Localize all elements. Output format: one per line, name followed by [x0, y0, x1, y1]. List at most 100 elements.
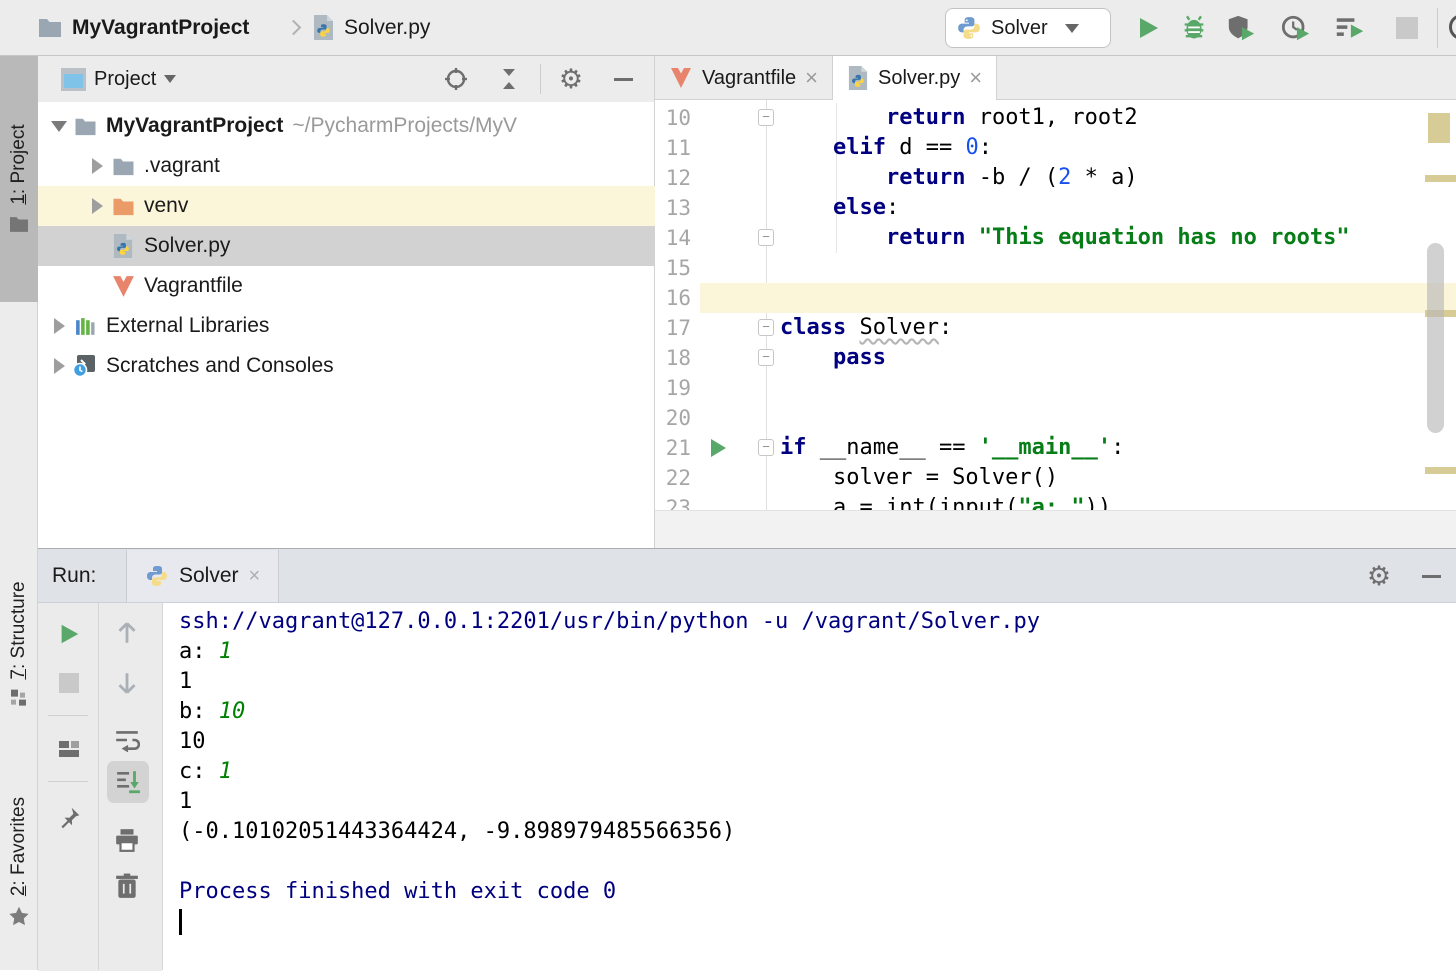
line-number: 18 [655, 346, 691, 370]
fold-marker-icon[interactable]: − [758, 229, 774, 246]
tree-item-label: Vagrantfile [144, 274, 243, 298]
code-line-14[interactable]: 14− return "This equation has no roots" [655, 223, 1456, 253]
code-line-16[interactable]: 16 [655, 283, 1456, 313]
run-console[interactable]: ssh://vagrant@127.0.0.1:2201/usr/bin/pyt… [163, 603, 1456, 971]
tree-item-solver-py[interactable]: Solver.py [38, 226, 655, 266]
close-icon[interactable]: × [249, 565, 261, 587]
up-arrow-button[interactable] [110, 615, 144, 649]
console-line: ssh://vagrant@127.0.0.1:2201/usr/bin/pyt… [179, 607, 1040, 637]
line-number: 11 [655, 136, 691, 160]
tree-item--vagrant[interactable]: .vagrant [38, 146, 655, 186]
code-line-10[interactable]: 10− return root1, root2 [655, 103, 1456, 133]
chevron-right-icon[interactable] [84, 158, 110, 174]
console-line: a: 1 [179, 637, 232, 667]
editor: Vagrantfile × Solver.py × 10− return roo… [655, 56, 1456, 548]
chevron-right-icon[interactable] [46, 358, 72, 374]
tab-solver-py[interactable]: Solver.py × [833, 56, 997, 100]
code-area[interactable]: 10− return root1, root211 elif d == 0:12… [655, 100, 1456, 510]
fold-marker-icon[interactable]: − [758, 109, 774, 126]
collapse-all-button[interactable] [496, 66, 522, 92]
fold-marker-icon[interactable]: − [758, 349, 774, 366]
tree-item-vagrantfile[interactable]: Vagrantfile [38, 266, 655, 306]
crosshair-locate-button[interactable] [443, 66, 469, 92]
header-separator [540, 64, 541, 94]
code-line-13[interactable]: 13 else: [655, 193, 1456, 223]
fold-marker-icon[interactable]: − [758, 319, 774, 336]
chevron-down-icon [1065, 24, 1079, 33]
coverage-shield-play-button[interactable] [1226, 13, 1256, 43]
toolbar-separator [1437, 8, 1438, 48]
stripe-mark [1425, 175, 1456, 182]
code-line-15[interactable]: 15 [655, 253, 1456, 283]
gear-icon[interactable]: ⚙ [1366, 563, 1392, 589]
printer-button[interactable] [110, 823, 144, 857]
vagrant-icon [110, 275, 136, 298]
code-line-12[interactable]: 12 return -b / (2 * a) [655, 163, 1456, 193]
code-line-20[interactable]: 20 [655, 403, 1456, 433]
run-panel-header: Run: Solver × ⚙ [38, 549, 1456, 603]
tree-item-label: venv [144, 194, 188, 218]
down-arrow-button[interactable] [110, 667, 144, 701]
close-icon[interactable]: × [969, 67, 982, 89]
line-number: 20 [655, 406, 691, 430]
run-configuration-select[interactable]: Solver [945, 8, 1111, 48]
breadcrumb-project[interactable]: MyVagrantProject [72, 0, 249, 56]
trash-button[interactable] [110, 869, 144, 903]
code-line-11[interactable]: 11 elif d == 0: [655, 133, 1456, 163]
run-tab-solver[interactable]: Solver × [126, 550, 279, 602]
tree-item-external-libraries[interactable]: External Libraries [38, 306, 655, 346]
code-line-22[interactable]: 22 solver = Solver() [655, 463, 1456, 493]
tree-item-label: Solver.py [144, 234, 230, 258]
soft-wrap-button[interactable] [110, 723, 144, 757]
code-line-19[interactable]: 19 [655, 373, 1456, 403]
debug-bug-button[interactable] [1179, 13, 1209, 43]
scroll-to-end-button[interactable] [111, 765, 145, 799]
minimize-icon[interactable] [610, 66, 636, 92]
tree-item-label: MyVagrantProject [106, 114, 283, 138]
tool-window-button-favorites[interactable]: 2: Favorites [0, 753, 38, 970]
search-partial-icon[interactable] [1449, 14, 1456, 40]
folder-gray-icon [72, 116, 98, 136]
code-line-17[interactable]: 17−class Solver: [655, 313, 1456, 343]
editor-tab-bar: Vagrantfile × Solver.py × [655, 56, 1456, 100]
python-logo-icon [145, 564, 169, 588]
pin-button[interactable] [52, 801, 86, 835]
toolbar-separator [98, 603, 99, 970]
tree-item-myvagrantproject[interactable]: MyVagrantProject~/PycharmProjects/MyV [38, 106, 655, 146]
tab-vagrantfile[interactable]: Vagrantfile × [655, 56, 833, 100]
code-line-23[interactable]: 23 a = int(input("a: ")) [655, 493, 1456, 510]
console-line: 1 [179, 667, 192, 697]
line-number: 13 [655, 196, 691, 220]
tab-label: Vagrantfile [702, 67, 796, 90]
tree-item-venv[interactable]: venv [38, 186, 655, 226]
project-tool-icon [60, 67, 87, 92]
minimize-icon[interactable] [1418, 563, 1444, 589]
fold-marker-icon[interactable]: − [758, 439, 774, 456]
close-icon[interactable]: × [805, 67, 818, 89]
tree-item-scratches-and-consoles[interactable]: Scratches and Consoles [38, 346, 655, 386]
project-panel-title[interactable]: Project [94, 68, 156, 91]
tool-window-button-structure[interactable]: 7: Structure [0, 535, 38, 753]
top-toolbar: MyVagrantProject Solver.py Solver [0, 0, 1456, 56]
code-line-21[interactable]: 21−if __name__ == '__main__': [655, 433, 1456, 463]
editor-scrollbar[interactable] [1427, 243, 1444, 433]
code-line-18[interactable]: 18− pass [655, 343, 1456, 373]
rerun-button[interactable] [52, 617, 86, 651]
run-button[interactable] [1133, 13, 1163, 43]
run-line-icon[interactable] [711, 439, 726, 457]
tool-window-strip: 1: Project 7: Structure 2: Favorites [0, 56, 38, 970]
chevron-down-icon[interactable] [164, 75, 176, 83]
restore-layout-button[interactable] [52, 732, 86, 766]
chevron-right-icon[interactable] [46, 318, 72, 334]
chevron-down-icon[interactable] [46, 121, 72, 132]
stop-button[interactable] [52, 666, 86, 700]
chevron-right-icon[interactable] [84, 198, 110, 214]
profiler-clock-play-button[interactable] [1281, 13, 1311, 43]
concurrency-list-play-button[interactable] [1335, 13, 1365, 43]
stop-button[interactable] [1392, 13, 1422, 43]
scratches-icon [72, 354, 98, 378]
breadcrumb-file[interactable]: Solver.py [344, 0, 430, 56]
tab-label: Solver.py [878, 67, 960, 90]
tool-window-button-project[interactable]: 1: Project [0, 56, 38, 302]
gear-icon[interactable]: ⚙ [558, 66, 584, 92]
